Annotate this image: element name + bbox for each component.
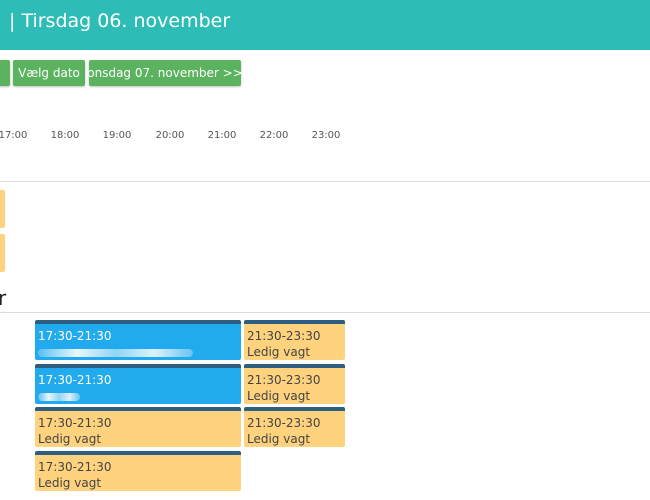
shift-block-partial[interactable] (0, 234, 5, 272)
shift-block[interactable]: 17:30-21:30 Ledig vagt (35, 451, 241, 491)
shift-status: Ledig vagt (38, 432, 102, 446)
shift-block[interactable]: 21:30-23:30 Ledig vagt (244, 407, 345, 447)
page-title: | Tirsdag 06. november (9, 10, 231, 32)
shift-block-partial[interactable] (0, 190, 5, 228)
hour-label: 22:00 (259, 130, 289, 141)
shift-time: 17:30-21:30 (38, 460, 112, 474)
shift-time: 21:30-23:30 (247, 373, 321, 387)
shift-status: Ledig vagt (247, 432, 311, 446)
hour-label: 19:00 (102, 130, 132, 141)
shift-block[interactable]: 17:30-21:30 Ledig vagt (35, 407, 241, 447)
shift-status: Ledig vagt (247, 345, 311, 359)
choose-date-button[interactable]: Vælg dato (13, 60, 85, 86)
shift-block[interactable]: 17:30-21:30 (35, 364, 241, 404)
shift-status: Ledig vagt (38, 476, 102, 490)
hour-label: 23:00 (311, 130, 341, 141)
shift-time: 17:30-21:30 (38, 373, 112, 387)
shift-time: 21:30-23:30 (247, 329, 321, 343)
timeline-divider (0, 181, 650, 182)
hour-label: 20:00 (155, 130, 185, 141)
hour-label: 17:00 (0, 130, 28, 141)
page-header: | Tirsdag 06. november (0, 0, 650, 50)
next-day-button[interactable]: onsdag 07. november >> (87, 60, 243, 86)
hour-label: 18:00 (50, 130, 80, 141)
section-title: r (0, 286, 7, 310)
redacted-name (38, 349, 193, 357)
shift-block[interactable]: 17:30-21:30 (35, 320, 241, 360)
hour-label: 21:00 (207, 130, 237, 141)
shift-block[interactable]: 21:30-23:30 Ledig vagt (244, 320, 345, 360)
shift-status: Ledig vagt (247, 389, 311, 403)
shift-time: 21:30-23:30 (247, 416, 321, 430)
section-divider (0, 312, 650, 313)
shift-time: 17:30-21:30 (38, 416, 112, 430)
shift-block[interactable]: 21:30-23:30 Ledig vagt (244, 364, 345, 404)
redacted-name (38, 393, 80, 401)
shift-time: 17:30-21:30 (38, 329, 112, 343)
previous-day-button[interactable] (0, 60, 10, 86)
hour-timeline: 17:00 18:00 19:00 20:00 21:00 22:00 23:0… (0, 130, 650, 142)
